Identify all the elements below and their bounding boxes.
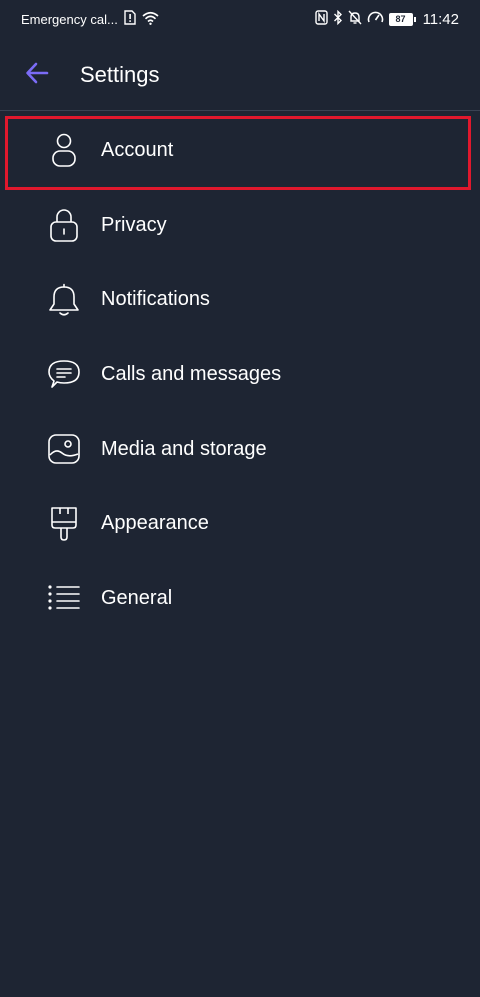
settings-item-label: Account	[101, 138, 174, 161]
settings-item-calls-and-messages[interactable]: Calls and messages	[0, 337, 480, 412]
muted-bell-icon	[348, 10, 362, 28]
settings-item-label: General	[101, 586, 173, 609]
paint-brush-icon	[46, 506, 82, 542]
status-left: Emergency cal...	[21, 10, 159, 28]
settings-item-media-and-storage[interactable]: Media and storage	[0, 412, 480, 487]
lock-icon	[46, 207, 82, 243]
sim-alert-icon	[124, 10, 136, 28]
settings-item-privacy[interactable]: Privacy	[0, 188, 480, 263]
settings-item-account[interactable]: Account	[0, 113, 480, 188]
nfc-icon	[314, 10, 328, 28]
chat-bubble-icon	[46, 356, 82, 392]
app-bar: Settings	[0, 38, 480, 111]
speed-gauge-icon	[367, 10, 384, 28]
page-title: Settings	[80, 62, 160, 87]
wifi-icon	[142, 11, 159, 28]
settings-list: Account Privacy Notifications Calls and …	[0, 113, 480, 636]
clock-time: 11:42	[422, 10, 459, 28]
battery-icon: 87	[388, 12, 416, 26]
list-icon	[46, 580, 82, 616]
settings-item-notifications[interactable]: Notifications	[0, 262, 480, 337]
status-bar: Emergency cal... 87 11:42	[0, 0, 480, 38]
back-arrow-icon	[25, 62, 49, 89]
bluetooth-icon	[333, 9, 343, 28]
status-right: 87 11:42	[314, 9, 459, 29]
person-icon	[46, 132, 82, 168]
battery-level: 87	[388, 12, 413, 26]
settings-item-general[interactable]: General	[0, 561, 480, 636]
settings-item-label: Privacy	[101, 213, 167, 236]
settings-item-label: Appearance	[101, 512, 209, 535]
settings-item-label: Media and storage	[101, 437, 267, 460]
image-icon	[46, 431, 82, 467]
settings-item-appearance[interactable]: Appearance	[0, 486, 480, 561]
carrier-text: Emergency cal...	[21, 11, 118, 27]
settings-item-label: Calls and messages	[101, 362, 282, 385]
settings-item-label: Notifications	[101, 288, 210, 311]
bell-icon	[46, 282, 82, 318]
back-button[interactable]	[20, 58, 54, 92]
